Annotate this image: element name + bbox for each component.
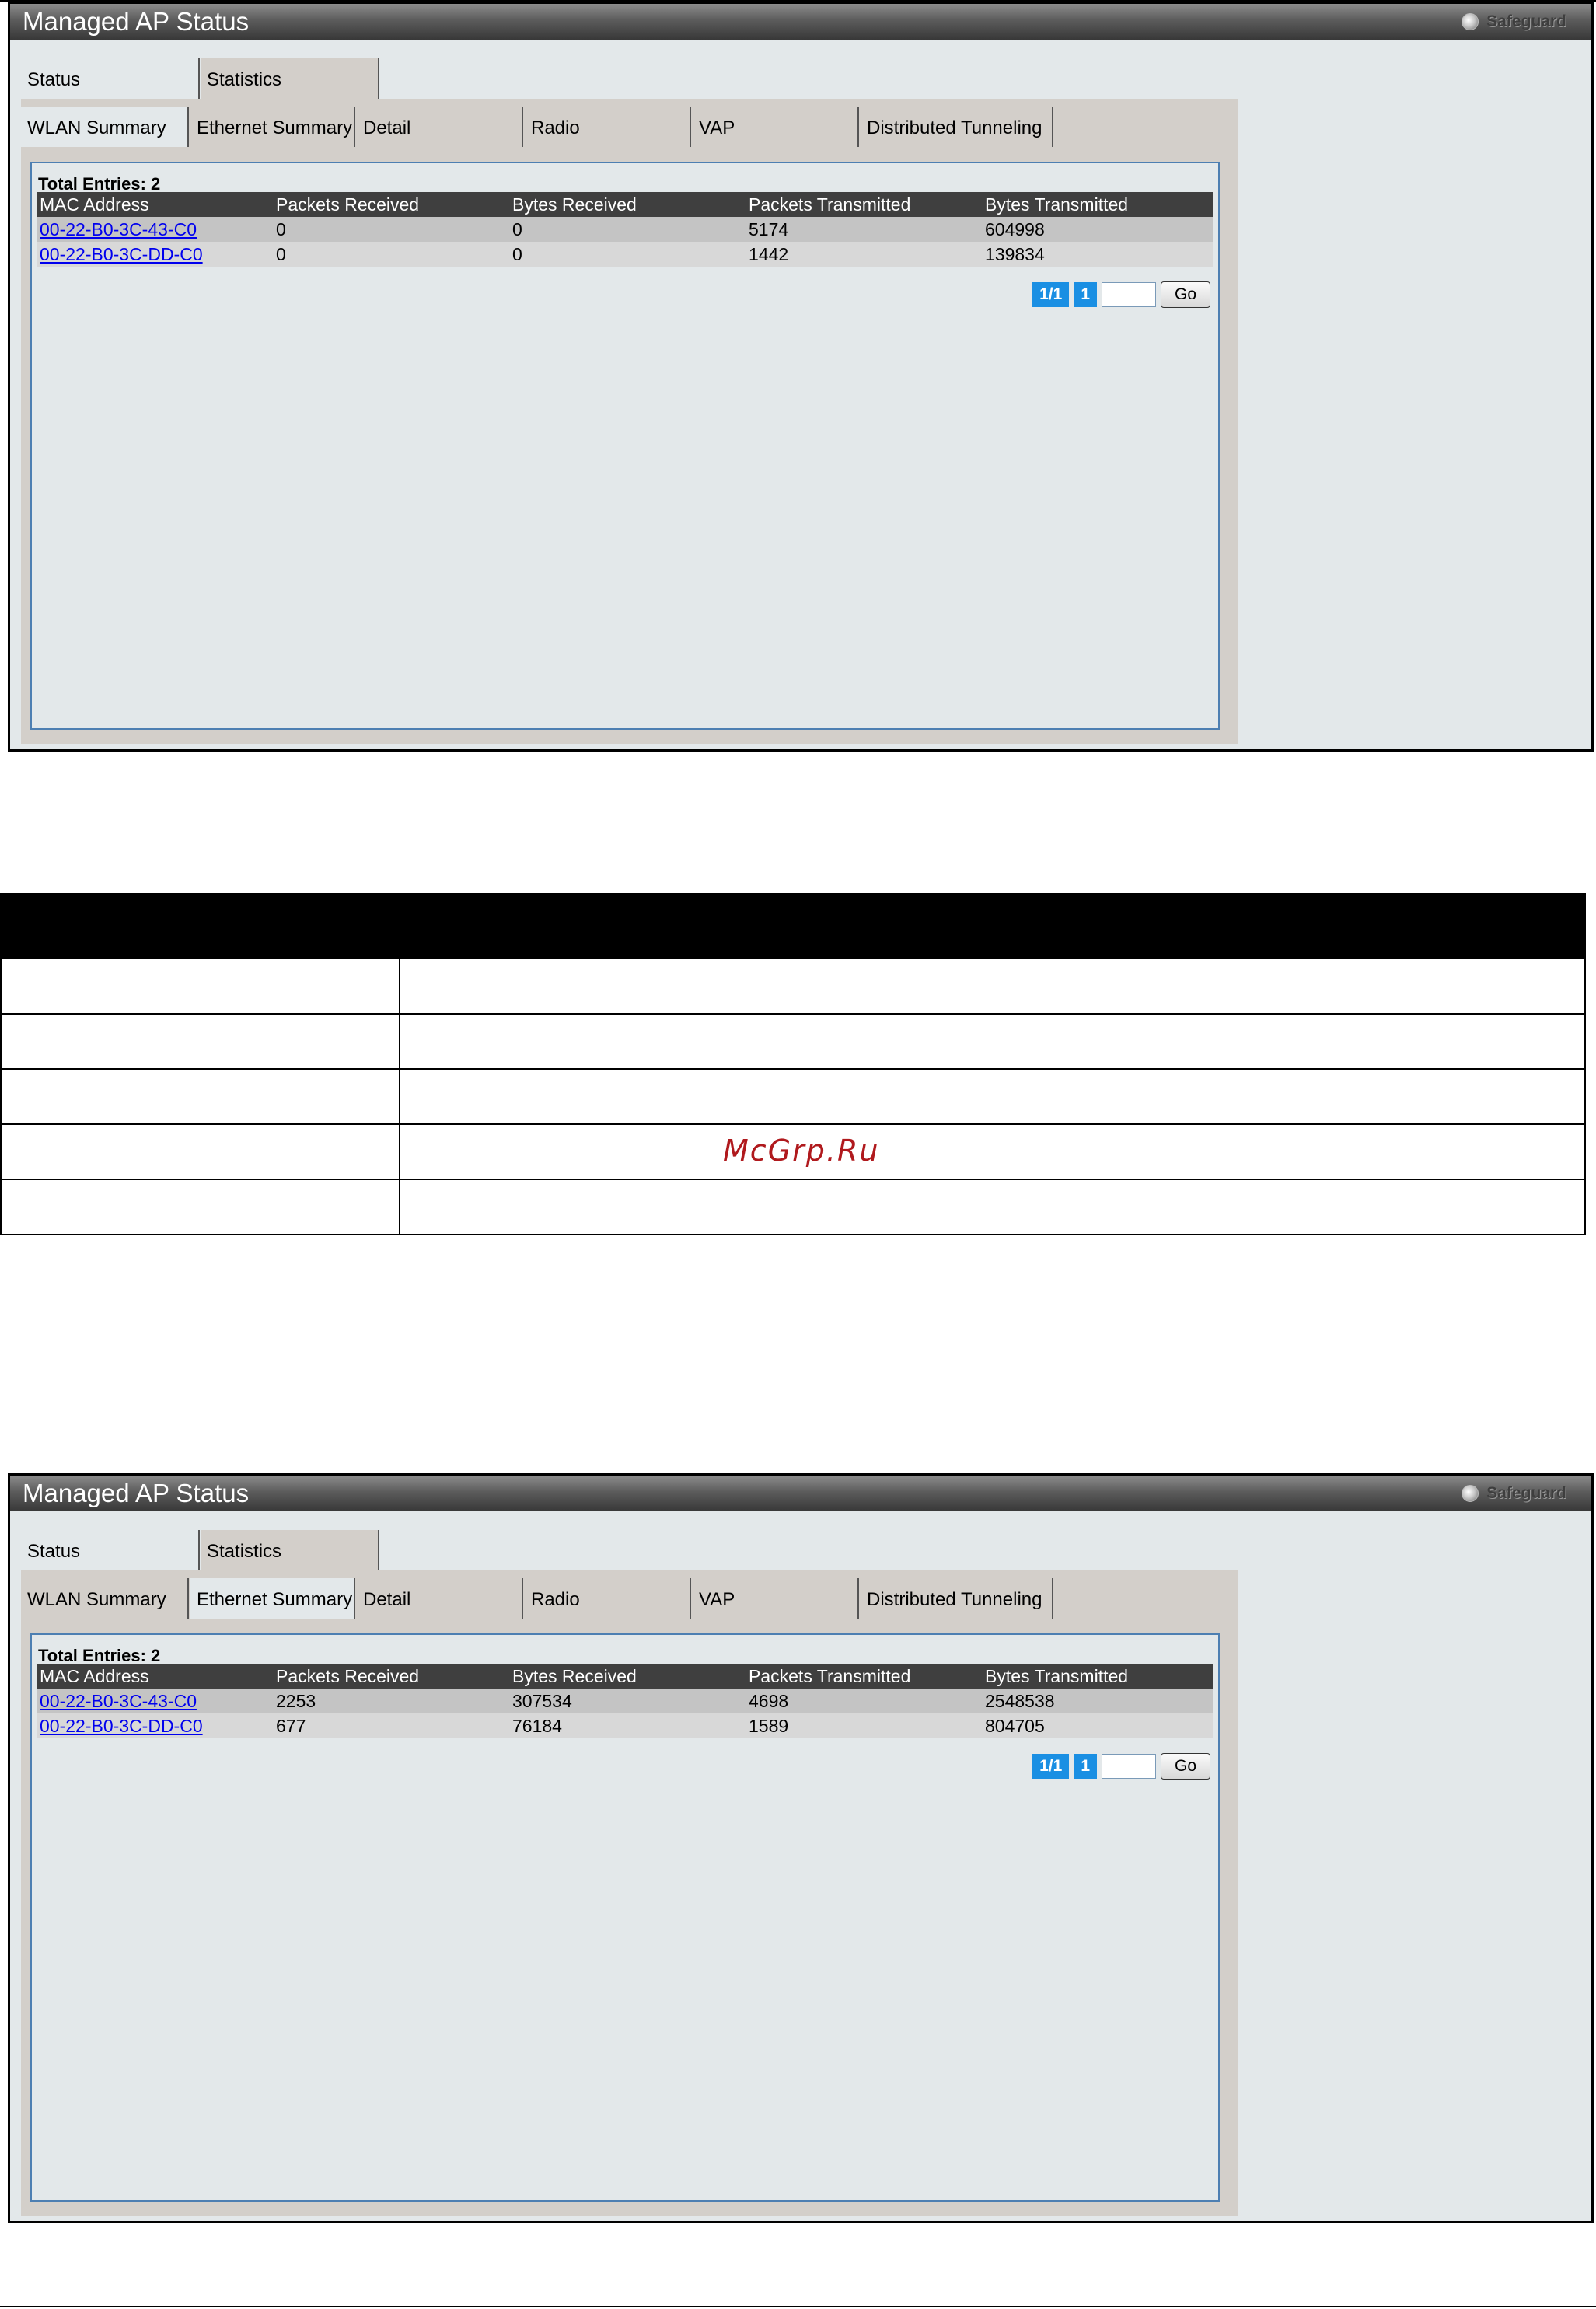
tab-distributed-tunneling[interactable]: Distributed Tunneling xyxy=(861,107,1053,147)
safeguard-label: Safeguard xyxy=(1486,1484,1566,1502)
column-header: Packets Transmitted xyxy=(749,1666,911,1686)
table-cell: 0 xyxy=(276,219,286,239)
tab-status[interactable]: Status xyxy=(21,1530,200,1570)
table-cell: 1442 xyxy=(749,244,789,264)
column-header: Bytes Received xyxy=(512,1666,637,1686)
table-row: 00-22-B0-3C-43-C0 2253 307534 4698 25485… xyxy=(37,1689,1213,1713)
tab-detail[interactable]: Detail xyxy=(357,107,523,147)
page-count-badge: 1/1 xyxy=(1032,282,1070,307)
statistics-tab-panel: WLAN Summary Ethernet Summary Detail Rad… xyxy=(21,1570,1238,2216)
description-row xyxy=(0,1180,1586,1235)
page-jump-input[interactable] xyxy=(1102,282,1156,307)
mac-address-link[interactable]: 00-22-B0-3C-43-C0 xyxy=(40,1689,197,1713)
panel-title: Managed AP Status xyxy=(23,1479,250,1507)
go-button[interactable]: Go xyxy=(1161,1753,1210,1780)
description-row xyxy=(0,959,1586,1015)
table-cell: 604998 xyxy=(985,219,1045,239)
safeguard-icon xyxy=(1462,1485,1479,1502)
column-header: Bytes Received xyxy=(512,194,637,215)
tab-radio[interactable]: Radio xyxy=(525,1578,691,1619)
table-row: 00-22-B0-3C-DD-C0 677 76184 1589 804705 xyxy=(37,1713,1213,1738)
bottom-page-rule xyxy=(0,2306,1596,2307)
tab-radio[interactable]: Radio xyxy=(525,107,691,147)
safeguard-indicator[interactable]: Safeguard xyxy=(1462,12,1566,31)
tab-ethernet-summary[interactable]: Ethernet Summary xyxy=(190,107,355,147)
page-number-button[interactable]: 1 xyxy=(1074,282,1097,307)
statistics-content: Total Entries: 2 MAC Address Packets Rec… xyxy=(30,1633,1220,2202)
table-cell: 0 xyxy=(512,219,522,239)
column-header: Bytes Transmitted xyxy=(985,1666,1129,1686)
table-cell: 76184 xyxy=(512,1716,562,1736)
table-cell: 0 xyxy=(512,244,522,264)
statistics-table: MAC Address Packets Received Bytes Recei… xyxy=(37,1664,1213,1738)
statistics-tab-panel: WLAN Summary Ethernet Summary Detail Rad… xyxy=(21,99,1238,744)
table-cell: 0 xyxy=(276,244,286,264)
mac-address-link[interactable]: 00-22-B0-3C-43-C0 xyxy=(40,217,197,242)
description-row xyxy=(0,1015,1586,1070)
tab-status[interactable]: Status xyxy=(21,58,200,99)
pagination: 1/1 1 Go xyxy=(1032,1752,1210,1780)
title-bar: Managed AP Status Safeguard xyxy=(10,4,1591,40)
table-cell: 677 xyxy=(276,1716,306,1736)
table-cell: 307534 xyxy=(512,1691,572,1711)
statistics-content: Total Entries: 2 MAC Address Packets Rec… xyxy=(30,162,1220,730)
page-count-badge: 1/1 xyxy=(1032,1754,1070,1779)
tab-distributed-tunneling[interactable]: Distributed Tunneling xyxy=(861,1578,1053,1619)
go-button[interactable]: Go xyxy=(1161,281,1210,308)
tab-detail[interactable]: Detail xyxy=(357,1578,523,1619)
column-header: MAC Address xyxy=(40,1666,149,1686)
safeguard-indicator[interactable]: Safeguard xyxy=(1462,1484,1566,1503)
page-jump-input[interactable] xyxy=(1102,1754,1156,1779)
table-header-row: MAC Address Packets Received Bytes Recei… xyxy=(37,1664,1213,1689)
pagination: 1/1 1 Go xyxy=(1032,281,1210,309)
table-row: 00-22-B0-3C-43-C0 0 0 5174 604998 xyxy=(37,217,1213,242)
tab-ethernet-summary[interactable]: Ethernet Summary xyxy=(190,1578,355,1619)
page-number-button[interactable]: 1 xyxy=(1074,1754,1097,1779)
tab-wlan-summary[interactable]: WLAN Summary xyxy=(21,1578,189,1619)
tab-vap[interactable]: VAP xyxy=(693,107,859,147)
managed-ap-status-panel-wlan: Managed AP Status Safeguard Status Stati… xyxy=(8,2,1594,752)
table-cell: 804705 xyxy=(985,1716,1045,1736)
table-cell: 4698 xyxy=(749,1691,789,1711)
title-bar: Managed AP Status Safeguard xyxy=(10,1476,1591,1511)
tab-statistics[interactable]: Statistics xyxy=(201,1530,379,1570)
table-header-row: MAC Address Packets Received Bytes Recei… xyxy=(37,192,1213,217)
panel-title: Managed AP Status xyxy=(23,7,250,36)
watermark: McGrp.Ru xyxy=(723,1134,880,1168)
statistics-table: MAC Address Packets Received Bytes Recei… xyxy=(37,192,1213,267)
description-table xyxy=(0,893,1586,1236)
mac-address-link[interactable]: 00-22-B0-3C-DD-C0 xyxy=(40,1713,203,1738)
column-header: Packets Transmitted xyxy=(749,194,911,215)
table-row: 00-22-B0-3C-DD-C0 0 0 1442 139834 xyxy=(37,242,1213,267)
table-cell: 5174 xyxy=(749,219,789,239)
table-cell: 139834 xyxy=(985,244,1045,264)
safeguard-label: Safeguard xyxy=(1486,12,1566,30)
column-header: Packets Received xyxy=(276,1666,420,1686)
column-header: Packets Received xyxy=(276,194,420,215)
table-cell: 1589 xyxy=(749,1716,789,1736)
description-table-header xyxy=(0,893,1586,959)
tab-statistics[interactable]: Statistics xyxy=(201,58,379,99)
column-header: MAC Address xyxy=(40,194,149,215)
tab-vap[interactable]: VAP xyxy=(693,1578,859,1619)
table-cell: 2253 xyxy=(276,1691,316,1711)
table-cell: 2548538 xyxy=(985,1691,1055,1711)
managed-ap-status-panel-ethernet: Managed AP Status Safeguard Status Stati… xyxy=(8,1473,1594,2223)
mac-address-link[interactable]: 00-22-B0-3C-DD-C0 xyxy=(40,242,203,267)
tab-wlan-summary[interactable]: WLAN Summary xyxy=(21,107,189,147)
safeguard-icon xyxy=(1462,13,1479,30)
column-header: Bytes Transmitted xyxy=(985,194,1129,215)
description-row xyxy=(0,1070,1586,1125)
